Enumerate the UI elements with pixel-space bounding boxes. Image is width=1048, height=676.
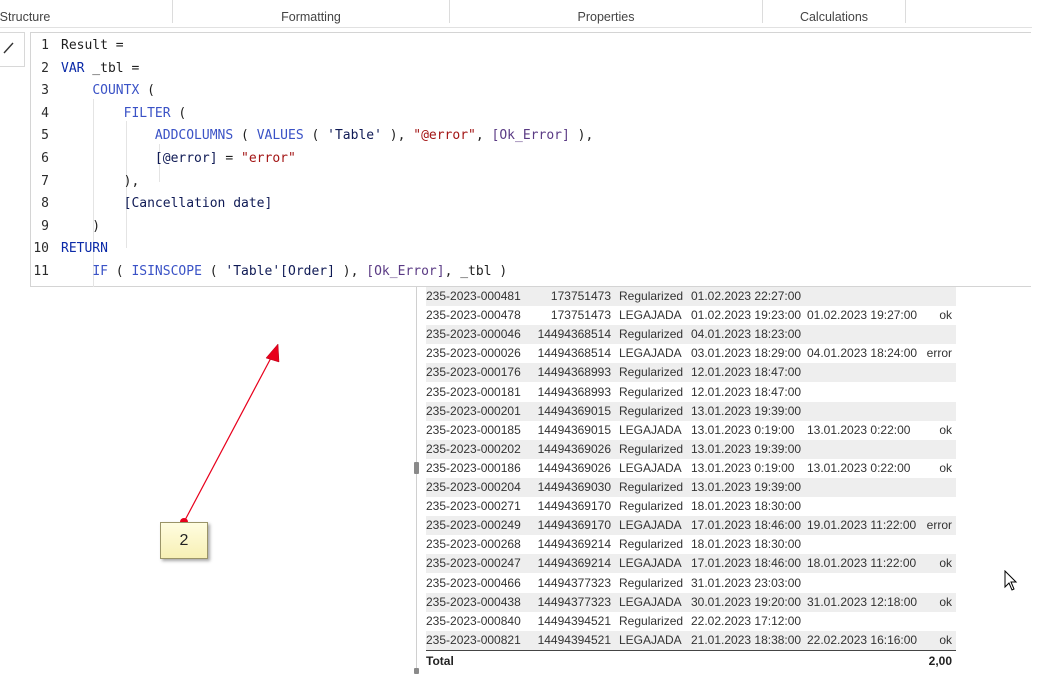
mouse-cursor-icon: [1004, 570, 1018, 591]
annotation-callout: 2: [160, 522, 208, 559]
annotation-arrow: [180, 343, 280, 526]
